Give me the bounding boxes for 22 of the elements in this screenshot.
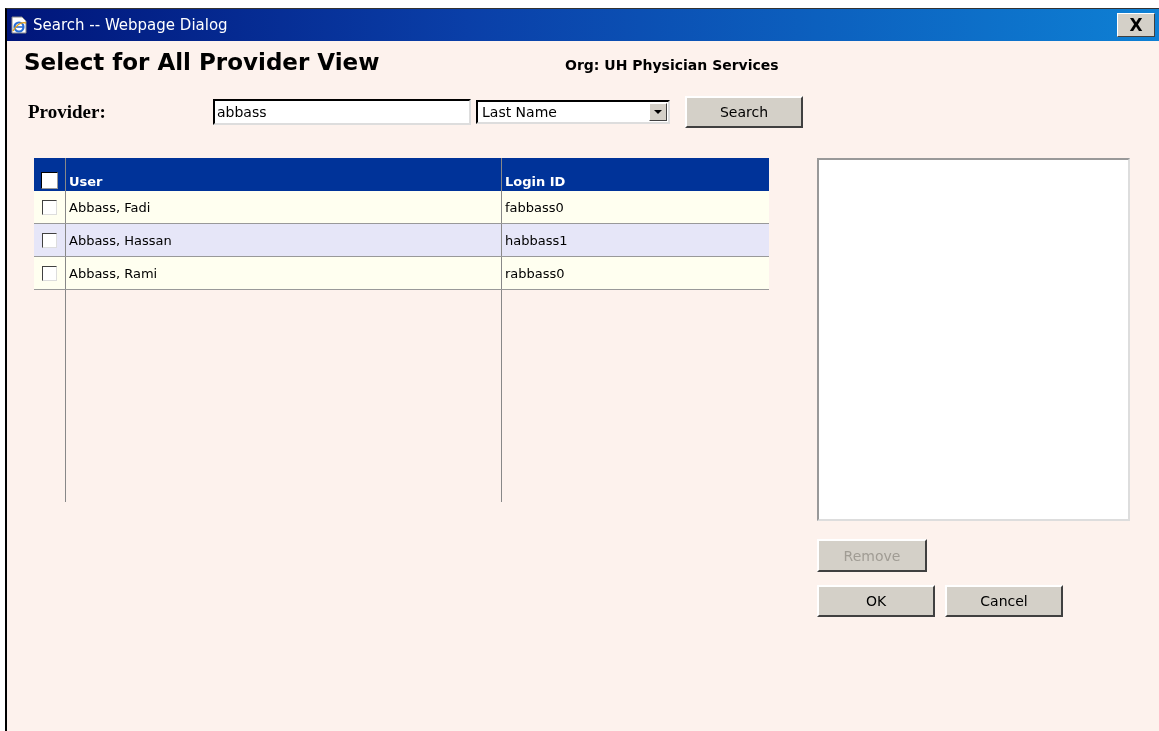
search-button[interactable]: Search <box>685 96 803 128</box>
checkbox[interactable] <box>42 232 57 248</box>
table-cell-text: rabbass0 <box>504 264 566 283</box>
table-cell-text: fabbass0 <box>504 198 565 217</box>
close-button[interactable]: X <box>1117 13 1155 37</box>
org-label: Org: UH Physician Services <box>565 57 779 73</box>
table-cell: Abbass, Hassan <box>66 224 502 256</box>
table-cell: Abbass, Rami <box>66 257 502 289</box>
column-header: Login ID <box>504 173 567 191</box>
cancel-button[interactable]: Cancel <box>945 585 1063 617</box>
provider-label: Provider: <box>27 101 107 123</box>
window-title: Search -- Webpage Dialog <box>33 16 228 34</box>
search-field[interactable]: abbass <box>213 99 471 125</box>
checkbox[interactable] <box>41 172 58 189</box>
ok-button[interactable]: OK <box>817 585 935 617</box>
table-cell: Abbass, Fadi <box>66 191 502 223</box>
field-dropdown[interactable]: Last Name <box>476 100 670 124</box>
table-cell-text: habbass1 <box>504 231 569 250</box>
checkbox[interactable] <box>42 265 57 281</box>
page-heading: Select for All Provider View <box>24 49 381 75</box>
browser-icon <box>11 16 27 34</box>
checkbox[interactable] <box>42 199 57 215</box>
